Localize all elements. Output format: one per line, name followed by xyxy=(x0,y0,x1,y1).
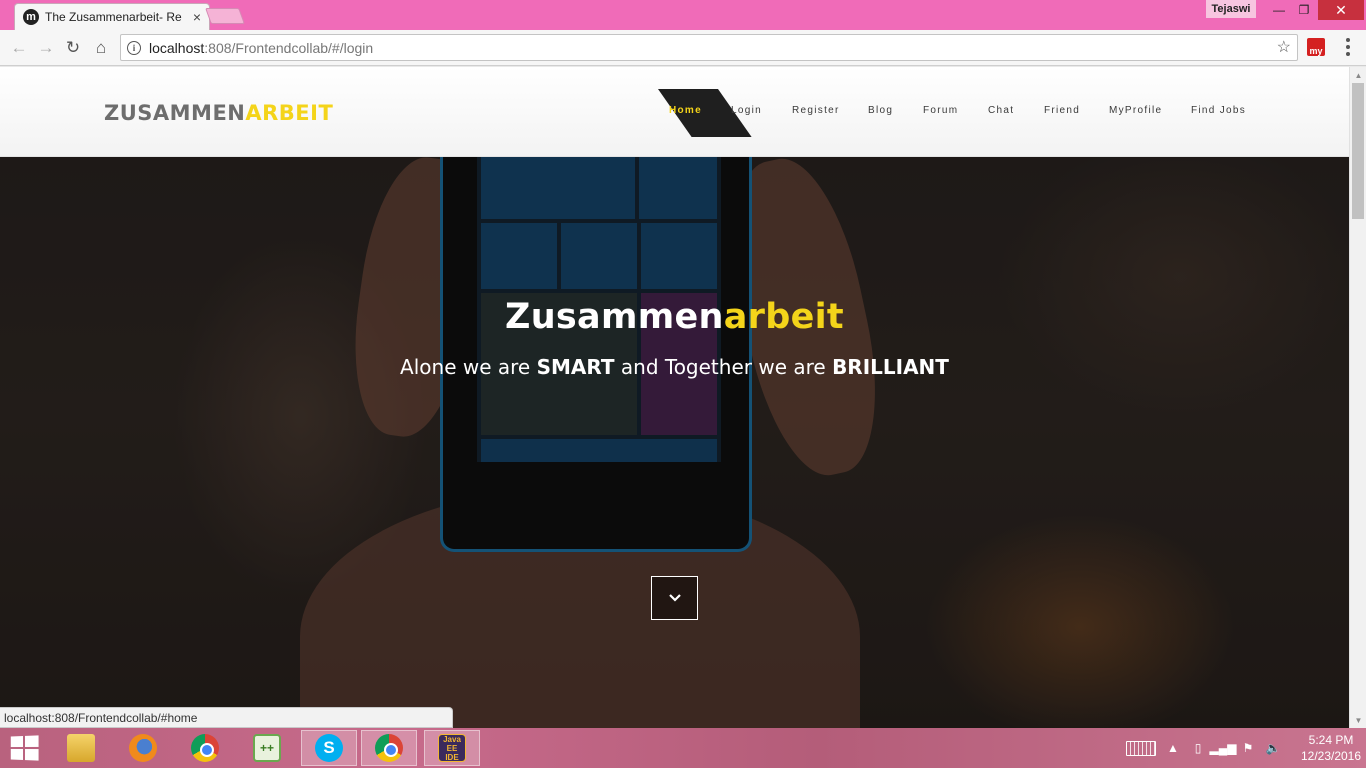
hero-section: Zusammenarbeit Alone we are SMART and To… xyxy=(0,157,1349,728)
clock-time: 5:24 PM xyxy=(1308,733,1354,747)
restore-icon[interactable]: ❐ xyxy=(1290,0,1318,20)
status-bubble: localhost:808/Frontendcollab/#home xyxy=(0,707,453,728)
skype-icon: S xyxy=(315,734,343,762)
windows-start-icon[interactable] xyxy=(10,735,39,761)
home-icon[interactable]: ⌂ xyxy=(90,37,112,59)
nav-friend[interactable]: Friend xyxy=(1044,105,1080,116)
scroll-down-arrow-icon[interactable]: ▼ xyxy=(1350,712,1366,728)
signal-icon[interactable]: ▂▄▆ xyxy=(1210,740,1237,756)
scroll-down-button[interactable] xyxy=(651,576,698,620)
taskbar-firefox[interactable] xyxy=(115,730,171,766)
url-text: localhost:808/Frontendcollab/#/login xyxy=(149,40,373,56)
url-path: :808/Frontendcollab/#/login xyxy=(204,39,374,56)
folder-icon xyxy=(67,734,95,762)
site-header: ZUSAMMENARBEIT Home Login Register Blog … xyxy=(0,67,1349,157)
hero-subtitle: Alone we are SMART and Together we are B… xyxy=(0,355,1349,379)
nav-home[interactable]: Home xyxy=(669,105,702,116)
eclipse-icon: Java EE IDE xyxy=(438,734,466,762)
url-host: localhost xyxy=(149,39,205,56)
keyboard-icon[interactable] xyxy=(1126,740,1156,756)
hero-sub-text: Alone we are xyxy=(400,355,537,379)
profile-button[interactable]: Tejaswi xyxy=(1206,0,1256,18)
nav-myprofile[interactable]: MyProfile xyxy=(1109,105,1162,116)
tab-title: The Zusammenarbeit- Re xyxy=(45,10,182,24)
tab-close-icon[interactable]: × xyxy=(193,9,201,25)
forward-arrow-icon[interactable]: → xyxy=(35,37,57,59)
hero-sub-text: and Together we are xyxy=(614,355,833,379)
browser-menu-icon[interactable] xyxy=(1340,36,1356,58)
taskbar-chrome-active[interactable] xyxy=(361,730,417,766)
chevron-up-icon[interactable]: ▲ xyxy=(1165,740,1181,756)
bookmark-star-icon[interactable]: ☆ xyxy=(1277,37,1291,57)
browser-toolbar: ← → ↻ ⌂ i localhost:808/Frontendcollab/#… xyxy=(0,30,1366,66)
nav-register[interactable]: Register xyxy=(792,105,840,116)
scrollbar-thumb[interactable] xyxy=(1352,83,1364,219)
browser-title-bar: m The Zusammenarbeit- Re × Tejaswi — ❐ ✕ xyxy=(0,0,1366,30)
page-viewport: ZUSAMMENARBEIT Home Login Register Blog … xyxy=(0,67,1349,728)
taskbar-notepad[interactable]: ++ xyxy=(239,730,295,766)
firefox-icon xyxy=(129,734,157,762)
nav-login[interactable]: Login xyxy=(731,105,762,116)
browser-tab[interactable]: m The Zusammenarbeit- Re × xyxy=(14,3,210,30)
main-nav: Home Login Register Blog Forum Chat Frie… xyxy=(0,67,1349,157)
close-window-icon[interactable]: ✕ xyxy=(1318,0,1364,20)
nav-find-jobs[interactable]: Find Jobs xyxy=(1191,105,1246,116)
new-tab-button[interactable] xyxy=(205,8,245,24)
taskbar-file-explorer[interactable] xyxy=(53,730,109,766)
windows-taskbar: ++ S Java EE IDE ▲ ▯ ▂▄▆ ⚑ 🔈 5:24 PM 12/… xyxy=(0,728,1366,768)
notepad-plus-plus-icon: ++ xyxy=(253,734,281,762)
volume-icon[interactable]: 🔈 xyxy=(1265,740,1281,756)
nav-chat[interactable]: Chat xyxy=(988,105,1014,116)
taskbar-eclipse[interactable]: Java EE IDE xyxy=(424,730,480,766)
hero-sub-strong: BRILLIANT xyxy=(832,355,949,379)
hero-title-part2: arbeit xyxy=(723,297,844,337)
taskbar-chrome[interactable] xyxy=(177,730,233,766)
info-icon[interactable]: i xyxy=(127,40,141,55)
reload-icon[interactable]: ↻ xyxy=(62,37,84,59)
nav-blog[interactable]: Blog xyxy=(868,105,893,116)
nav-forum[interactable]: Forum xyxy=(923,105,958,116)
back-arrow-icon[interactable]: ← xyxy=(8,37,30,59)
tab-favicon-icon: m xyxy=(23,9,39,25)
extension-icon[interactable]: my xyxy=(1307,38,1325,56)
hero-sub-strong: SMART xyxy=(536,355,615,379)
scroll-up-arrow-icon[interactable]: ▲ xyxy=(1350,67,1366,83)
address-bar[interactable]: i localhost:808/Frontendcollab/#/login ☆ xyxy=(120,34,1298,61)
flag-icon[interactable]: ⚑ xyxy=(1240,740,1256,756)
minimize-icon[interactable]: — xyxy=(1265,0,1293,20)
taskbar-skype[interactable]: S xyxy=(301,730,357,766)
system-tray: ▲ ▯ ▂▄▆ ⚑ 🔈 xyxy=(1126,728,1281,768)
hero-title-part1: Zusammen xyxy=(505,297,724,337)
page-scrollbar[interactable]: ▲ ▼ xyxy=(1349,67,1366,728)
clock-date: 12/23/2016 xyxy=(1300,749,1362,763)
device-icon[interactable]: ▯ xyxy=(1190,740,1206,756)
hero-title: Zusammenarbeit xyxy=(0,297,1349,337)
chrome-icon xyxy=(375,734,403,762)
taskbar-clock[interactable]: 5:24 PM 12/23/2016 xyxy=(1296,732,1366,764)
chevron-down-icon xyxy=(668,594,681,602)
chrome-icon xyxy=(191,734,219,762)
hero-dark-overlay xyxy=(0,157,1349,728)
